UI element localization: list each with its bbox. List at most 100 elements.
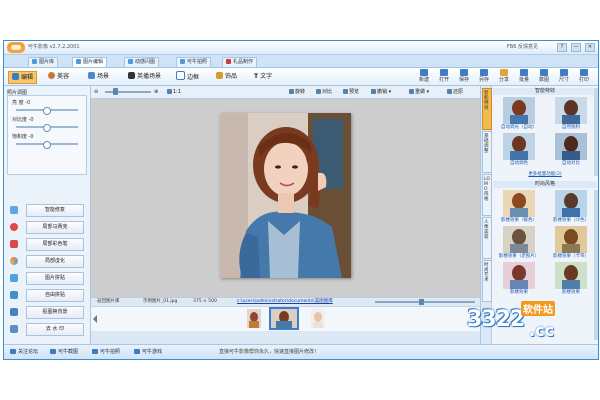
save-as-icon [480,69,488,76]
cutout-icon [10,308,18,316]
edited-photo [220,113,351,278]
back-to-gallery-link[interactable]: 返回图片库 [97,298,120,306]
print-button[interactable]: 打印 [578,69,590,84]
status-screenshot-link[interactable]: 可牛截图 [50,348,78,356]
blur-button[interactable]: 局部虚化 [10,255,84,268]
image-size: 375 × 500 [193,299,217,304]
restore-button[interactable]: 还原 [447,88,463,96]
tab-animation[interactable]: 动感闪图 [124,57,160,67]
restore-icon [447,89,452,94]
filmstrip-slider[interactable] [375,301,475,303]
fashion-scrollbar[interactable] [594,190,598,340]
feature-text[interactable]: T 文字 [254,71,272,82]
status-camera-link[interactable]: 可牛拍照 [92,348,120,356]
effect-item[interactable]: 影楼效果（冷色） [547,190,595,226]
thumbnail-image [247,309,261,328]
camera-icon [180,59,185,64]
batch-button[interactable]: 批量 [518,69,530,84]
smart-repair-button[interactable]: 智能修复 [10,204,84,217]
saturation-knob[interactable] [43,141,51,149]
effect-thumbnail [555,97,587,124]
count-button[interactable]: 数图 [538,69,550,84]
image-canvas[interactable] [91,99,480,297]
zoom-out-icon[interactable]: ⊖ [94,88,98,96]
status-forum-link[interactable]: 关注论坛 [10,348,38,356]
vtab-basic[interactable]: 基础调整 [482,131,492,173]
collage-button[interactable]: 图片拼贴 [10,272,84,285]
vtab-smart[interactable]: 智能特效 [482,88,492,130]
vtab-fashion[interactable]: 时尚艺术 [482,260,492,302]
effect-item[interactable]: 影楼效果（老照片） [495,226,543,262]
zoom-knob[interactable] [113,88,118,95]
zoom-in-icon[interactable]: ⊕ [154,88,158,96]
open-button[interactable]: 打开 [438,69,450,84]
cutout-button[interactable]: 抠图换背景 [10,306,84,319]
tab-camera[interactable]: 可牛拍照 [176,57,212,67]
effect-thumbnail [503,190,535,217]
vtab-lomo[interactable]: LOMO风格 [482,174,492,216]
scroll-left-icon[interactable] [93,315,97,323]
face-icon [48,72,55,79]
tab-edit[interactable]: 图片编辑 [72,57,108,67]
compare-button[interactable]: 对比 [316,88,332,96]
remove-watermark-button[interactable]: 去 水 印 [10,323,84,336]
file-path-link[interactable]: c:\users\administrator\documents\美图图库 [237,298,333,306]
feature-camera-scene[interactable]: 英播场景 [128,71,161,82]
more-batch-link[interactable]: 更多批量功能(2) [493,171,597,177]
feature-frame[interactable]: 边框 [176,71,199,82]
thumbnail[interactable] [247,309,261,328]
effect-item[interactable]: 影楼效果 [495,262,543,298]
preview-icon [343,89,348,94]
heart-icon [10,223,18,231]
close-button[interactable]: ✕ [585,43,595,52]
feature-accessory[interactable]: 饰品 [216,71,237,82]
size-button[interactable]: 尺寸 [558,69,570,84]
effect-item[interactable]: 影楼效果 [547,262,595,298]
ratio-button[interactable]: 1:1 [167,88,181,96]
free-collage-button[interactable]: 自由拼贴 [10,289,84,302]
minimize-button[interactable]: — [571,43,581,52]
color-pen-button[interactable]: 局部彩色笔 [10,238,84,251]
feature-edit[interactable]: 编辑 [8,71,38,84]
help-button[interactable]: ? [557,43,567,52]
new-button[interactable]: 新建 [418,69,430,84]
vtab-portrait[interactable]: 人像美容 [482,217,492,259]
brightness-knob[interactable] [43,107,51,115]
feedback-link[interactable]: FB6 反馈意见 [507,43,538,50]
filmstrip-knob[interactable] [419,299,424,305]
rotate-button[interactable]: 旋转 [289,88,305,96]
effect-item[interactable]: 自动对比 [547,133,595,169]
effect-item[interactable]: 影楼效果（暖色） [495,190,543,226]
effect-item[interactable]: 影楼效果（卡带） [547,226,595,262]
preview-button[interactable]: 预览 [343,88,359,96]
smart-effects-scrollbar[interactable] [594,88,598,176]
left-panel: 照片调图 亮 度 -0 对比度 -0 饱和度 -0 智能修复 局部马赛克 局部彩… [4,86,91,344]
effect-item[interactable]: 自动调色 [495,133,543,169]
effect-item[interactable]: 自然锐利 [547,97,595,133]
accessory-icon [216,72,223,79]
tab-gallery[interactable]: 图片库 [28,57,59,67]
size-icon [560,69,568,76]
effect-thumbnail [503,262,535,289]
fashion-style-grid: 影楼效果（暖色） 影楼效果（冷色） 影楼效果（老照片） 影楼效果（卡带） 影楼效… [495,190,595,298]
edit-icon [76,59,81,64]
feature-beauty[interactable]: 美容 [48,71,69,82]
undo-button[interactable]: 撤销 ▾ [371,88,391,96]
status-game-link[interactable]: 可牛游戏 [134,348,162,356]
zoom-slider[interactable] [105,91,151,93]
thumbnail-selected[interactable] [269,307,299,330]
mosaic-button[interactable]: 局部马赛克 [10,221,84,234]
save-as-button[interactable]: 另存 [478,69,490,84]
effect-item[interactable]: 自动调光（自动） [495,97,543,133]
smart-effects-grid: 自动调光（自动） 自然锐利 自动调色 自动对比 [495,97,595,169]
share-button[interactable]: 分享 [498,69,510,84]
brightness-label: 亮 度 -0 [12,100,31,106]
thumbnail-image [271,309,297,328]
feature-scene[interactable]: 场景 [88,71,109,82]
save-button[interactable]: 保存 [458,69,470,84]
thumbnail[interactable] [311,309,325,328]
redo-button[interactable]: 重做 ▾ [409,88,429,96]
contrast-knob[interactable] [43,124,51,132]
new-icon [420,69,428,76]
tab-gift[interactable]: 礼品制作 [222,57,258,67]
